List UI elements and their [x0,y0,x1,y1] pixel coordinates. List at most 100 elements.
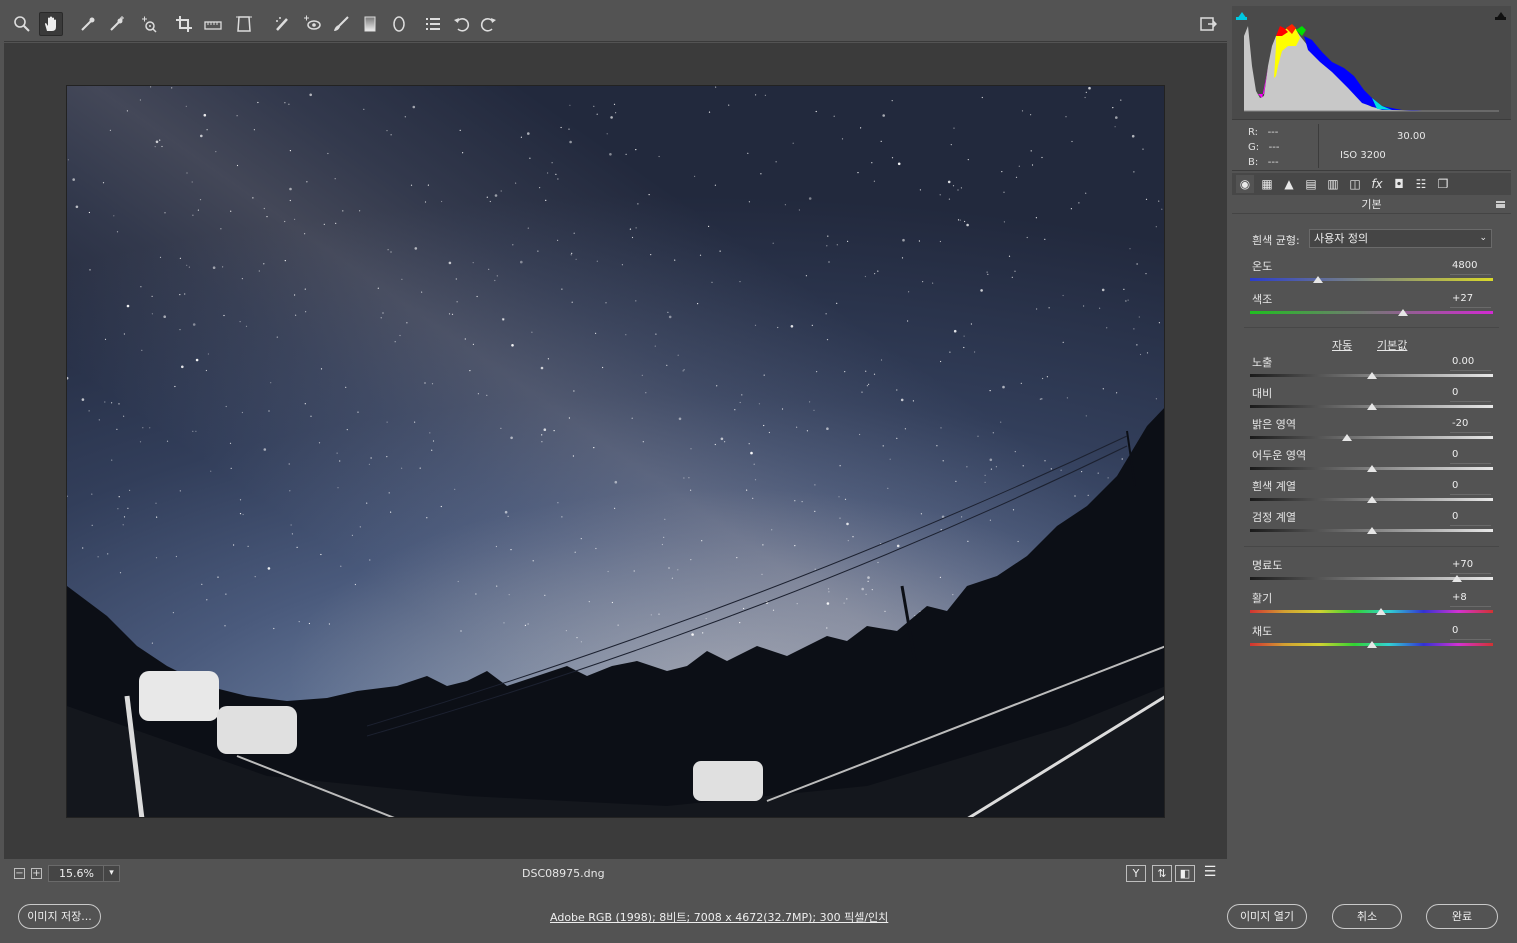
slider-value-field[interactable]: 0 [1450,480,1491,495]
straighten-icon[interactable] [201,12,225,36]
b-label: B: [1248,157,1259,168]
zoom-level-value: 15.6% [59,867,94,880]
slider-row: 어두운 영역 0 [1250,447,1493,478]
red-eye-icon[interactable] [300,12,324,36]
slider-row: 온도 4800 [1250,258,1493,289]
default-link[interactable]: 기본값 [1377,337,1407,353]
radial-filter-icon[interactable] [387,12,411,36]
slider-thumb[interactable] [1342,434,1353,441]
workflow-options-link[interactable]: Adobe RGB (1998); 8비트; 7008 x 4672(32.7M… [550,909,888,925]
open-image-button[interactable]: 이미지 열기 [1227,904,1307,929]
transform-icon[interactable] [232,12,256,36]
spot-removal-icon[interactable] [270,12,294,36]
white-balance-label: 흰색 균형: [1252,234,1300,247]
slider-track[interactable] [1250,311,1493,314]
before-after-toggle-icon[interactable]: Y [1126,865,1146,882]
rgb-readout: R: --- G: --- B: --- [1248,125,1280,170]
zoom-level-select[interactable]: 15.6% ▾ [48,865,120,882]
slider-value-field[interactable]: +27 [1450,293,1491,308]
file-name: DSC08975.dng [522,867,605,880]
white-balance-select[interactable]: 사용자 정의 ⌄ [1309,229,1492,248]
slider-thumb[interactable] [1313,276,1324,283]
camera-calibration-tab-icon[interactable]: ◘ [1390,175,1408,193]
panel-menu-icon[interactable] [1496,201,1505,208]
slider-value-field[interactable]: +70 [1450,559,1491,574]
slider-value-field[interactable]: 0 [1450,449,1491,464]
zoom-icon[interactable] [10,12,34,36]
slider-row: 대비 0 [1250,385,1493,416]
hsl-tab-icon[interactable]: ▤ [1302,175,1320,193]
slider-value-field[interactable]: 0.00 [1450,356,1491,371]
slider-value-field[interactable]: 4800 [1450,260,1491,275]
slider-track[interactable] [1250,278,1493,281]
divider [1244,327,1499,328]
image-preview-area [4,43,1227,859]
toggle-settings-icon[interactable]: ☰ [1200,865,1220,882]
slider-track[interactable] [1250,436,1493,439]
histogram [1232,6,1511,120]
slider-label: 명료도 [1252,559,1283,572]
adjustment-brush-icon[interactable] [329,12,353,36]
copy-settings-icon[interactable]: ◧ [1175,865,1195,882]
toolbar [4,6,1227,42]
white-balance-icon[interactable] [76,12,100,36]
zoom-in-button[interactable]: + [31,868,42,879]
done-button[interactable]: 완료 [1426,904,1498,929]
zoom-out-button[interactable]: − [14,868,25,879]
crop-icon[interactable] [172,12,196,36]
snapshots-tab-icon[interactable]: ❐ [1434,175,1452,193]
slider-label: 밝은 영역 [1252,418,1296,431]
basic-tab-icon[interactable]: ◉ [1236,175,1254,193]
target-adjust-icon[interactable] [136,12,160,36]
effects-tab-icon[interactable]: fx [1368,175,1386,193]
save-image-button[interactable]: 이미지 저장... [18,904,101,929]
slider-thumb[interactable] [1376,608,1387,615]
slider-label: 흰색 계열 [1252,480,1296,493]
slider-thumb[interactable] [1366,403,1377,410]
slider-label: 활기 [1252,592,1273,605]
white-balance-value: 사용자 정의 [1314,232,1369,245]
cancel-button[interactable]: 취소 [1332,904,1402,929]
slider-value-field[interactable]: -20 [1450,418,1491,433]
slider-row: 흰색 계열 0 [1250,478,1493,509]
slider-value-field[interactable]: 0 [1450,387,1491,402]
swap-settings-icon[interactable]: ⇅ [1152,865,1172,882]
slider-thumb[interactable] [1366,465,1377,472]
chevron-down-icon: ⌄ [1479,233,1487,243]
slider-label: 어두운 영역 [1252,449,1307,462]
foreground-silhouette [67,408,1164,817]
presets-tab-icon[interactable]: ☷ [1412,175,1430,193]
detail-tab-icon[interactable]: ▲ [1280,175,1298,193]
lens-corrections-tab-icon[interactable]: ◫ [1346,175,1364,193]
rotate-right-icon[interactable] [476,12,500,36]
tone-curve-tab-icon[interactable]: ▦ [1258,175,1276,193]
slider-thumb[interactable] [1451,575,1462,582]
color-sampler-icon[interactable] [105,12,129,36]
chevron-down-icon: ▾ [103,866,119,881]
slider-value-field[interactable]: +8 [1450,592,1491,607]
auto-link[interactable]: 자동 [1332,337,1352,353]
slider-thumb[interactable] [1398,309,1409,316]
slider-thumb[interactable] [1366,527,1377,534]
hand-icon[interactable] [39,12,63,36]
graduated-filter-icon[interactable] [358,12,382,36]
camera-raw-window: − + 15.6% ▾ DSC08975.dng Y ⇅ ◧ ☰ R: --- … [0,0,1517,943]
preview-status-bar: − + 15.6% ▾ DSC08975.dng Y ⇅ ◧ ☰ [4,860,1227,886]
slider-thumb[interactable] [1366,641,1377,648]
slider-row: 검정 계열 0 [1250,509,1493,540]
info-divider [1318,124,1319,168]
preferences-icon[interactable] [421,12,445,36]
slider-thumb[interactable] [1366,496,1377,503]
slider-label: 대비 [1252,387,1273,400]
slider-value-field[interactable]: 0 [1450,511,1491,526]
fullscreen-icon[interactable] [1196,12,1220,36]
iso-value: ISO 3200 [1340,150,1386,161]
slider-label: 채도 [1252,625,1273,638]
photo-preview[interactable] [66,85,1165,818]
rotate-left-icon[interactable] [450,12,474,36]
split-toning-tab-icon[interactable]: ▥ [1324,175,1342,193]
slider-value-field[interactable]: 0 [1450,625,1491,640]
slider-label: 온도 [1252,260,1273,273]
slider-track[interactable] [1250,610,1493,613]
slider-thumb[interactable] [1366,372,1377,379]
